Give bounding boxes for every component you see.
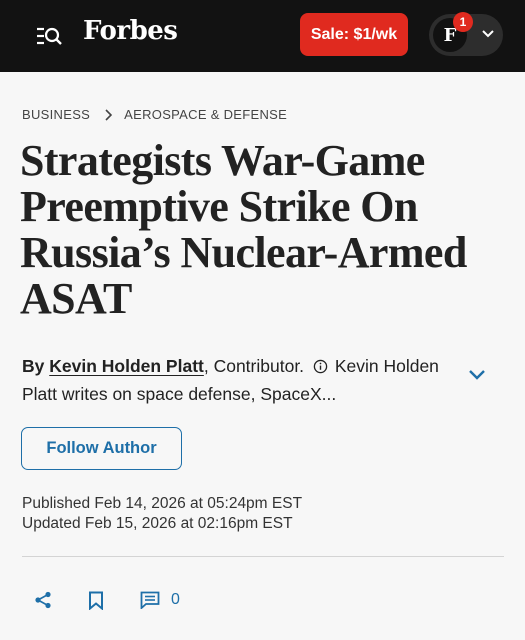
info-icon[interactable] <box>313 359 328 374</box>
breadcrumb: BUSINESS AEROSPACE & DEFENSE <box>22 107 287 122</box>
comments-icon[interactable] <box>140 591 160 609</box>
article-headline: Strategists War-Game Preemptive Strike O… <box>20 136 467 323</box>
notification-badge: 1 <box>453 12 473 32</box>
expand-bio-chevron-icon[interactable] <box>468 369 486 381</box>
divider <box>22 556 504 557</box>
share-icon[interactable] <box>34 591 52 609</box>
menu-search-icon[interactable] <box>36 25 62 47</box>
chevron-right-icon <box>105 108 113 121</box>
byline: By Kevin Holden Platt, Contributor. Kevi… <box>22 352 452 408</box>
follow-author-button[interactable]: Follow Author <box>21 427 182 470</box>
comment-count[interactable]: 0 <box>171 591 180 609</box>
published-date: Published Feb 14, 2026 at 05:24pm EST <box>22 495 303 512</box>
account-menu-button[interactable]: F 1 <box>429 12 503 56</box>
article-dates: Published Feb 14, 2026 at 05:24pm EST Up… <box>22 494 302 534</box>
chevron-down-icon <box>482 30 494 38</box>
author-role: , Contributor. <box>203 356 305 376</box>
forbes-logo[interactable]: Forbes <box>83 16 178 46</box>
breadcrumb-section-link[interactable]: BUSINESS <box>22 107 90 122</box>
updated-date: Updated Feb 15, 2026 at 02:16pm EST <box>22 515 293 532</box>
top-navigation-bar: Forbes Sale: $1/wk F 1 <box>0 0 525 72</box>
author-link[interactable]: Kevin Holden Platt <box>49 356 204 376</box>
breadcrumb-subsection-link[interactable]: AEROSPACE & DEFENSE <box>124 107 287 122</box>
sale-button[interactable]: Sale: $1/wk <box>300 13 408 56</box>
bookmark-icon[interactable] <box>88 591 104 610</box>
byline-prefix: By <box>22 356 45 376</box>
